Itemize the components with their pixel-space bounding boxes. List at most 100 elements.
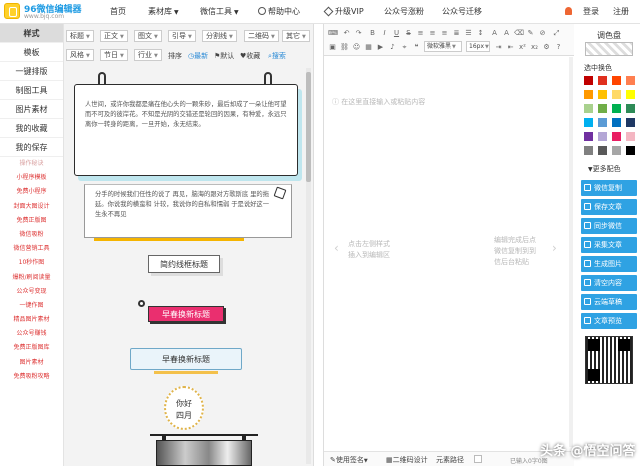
generate-image-button[interactable]: 生成图片 (581, 256, 637, 272)
sidebar-link[interactable]: 免费正版图库 (0, 341, 63, 355)
color-swatch[interactable] (612, 90, 621, 99)
palette-preview[interactable] (585, 42, 633, 56)
underline-icon[interactable]: U (392, 28, 401, 38)
emoji-icon[interactable]: ☺ (352, 42, 361, 52)
align-left-icon[interactable]: ≡ (416, 28, 425, 38)
sidebar-link[interactable]: 一键作图 (0, 299, 63, 313)
font-size-select[interactable]: 16px▼ (466, 41, 490, 52)
color-swatch[interactable] (626, 104, 635, 113)
style-card-frame-title[interactable]: 简约线框标题 (148, 255, 220, 273)
italic-icon[interactable]: I (380, 28, 389, 38)
sidebar-link[interactable]: 10秒作图 (0, 256, 63, 270)
help-icon[interactable]: ? (554, 42, 563, 52)
align-right-icon[interactable]: ≡ (440, 28, 449, 38)
map-icon[interactable]: ⌖ (400, 42, 409, 52)
font-family-select[interactable]: 微软雅黑▼ (424, 41, 462, 52)
login-link[interactable]: 登录 (583, 6, 599, 17)
color-swatch[interactable] (598, 76, 607, 85)
color-swatch[interactable] (612, 132, 621, 141)
nav-wechat-tools[interactable]: 微信工具 ▼ (200, 6, 239, 17)
sidebar-item-one-click[interactable]: 一键排版 (0, 62, 63, 81)
fullscreen-icon[interactable]: ⤢ (552, 28, 561, 38)
align-justify-icon[interactable]: ≣ (452, 28, 461, 38)
filter-industry[interactable]: 行业 ▼ (134, 49, 162, 61)
video-icon[interactable]: ▶ (376, 42, 385, 52)
sidebar-link[interactable]: 爆粉/刷阅读量 (0, 271, 63, 285)
style-card-photo-frame[interactable] (150, 434, 258, 466)
cloud-draft-button[interactable]: 云端草稿 (581, 294, 637, 310)
filter-body[interactable]: 正文 ▼ (100, 30, 128, 42)
editor-canvas[interactable]: ⓘ 在这里直接输入或粘贴内容 ‹ 点击左侧样式 插入到编辑区 编辑完成后点 微信… (324, 57, 568, 450)
style-card-april-badge[interactable]: 你好 四月 (164, 386, 204, 430)
filter-image-text[interactable]: 图文 ▼ (134, 30, 162, 42)
sidebar-link[interactable]: 公众号赚钱 (0, 327, 63, 341)
style-card-spring-blue[interactable]: 早春换新标题 (130, 346, 244, 376)
color-swatch[interactable] (626, 90, 635, 99)
copy-wechat-button[interactable]: 微信复制 (581, 180, 637, 196)
color-swatch[interactable] (612, 146, 621, 155)
sidebar-link[interactable]: 图片素材 (0, 356, 63, 370)
highlight-icon[interactable]: A (502, 28, 511, 38)
color-swatch[interactable] (584, 90, 593, 99)
sidebar-link[interactable]: 操作秘诀 (0, 157, 63, 171)
sort-favorite[interactable]: ♥收藏 (240, 51, 260, 61)
bold-icon[interactable]: B (368, 28, 377, 38)
filter-qrcode[interactable]: 二维码 ▼ (244, 30, 279, 42)
nav-vip[interactable]: 升级VIP (323, 6, 364, 17)
sidebar-link[interactable]: 精品图片素材 (0, 313, 63, 327)
format-brush-icon[interactable]: ✎ (526, 28, 535, 38)
color-swatch[interactable] (584, 118, 593, 127)
table-icon[interactable]: ▦ (364, 42, 373, 52)
line-height-icon[interactable]: ↕ (476, 28, 485, 38)
style-card-pencil[interactable]: 分手的时候我们任性的说了 再见，脑海的跟对方歌斯底 里的拖延。你说我的横蛮和 计… (84, 184, 294, 244)
nav-migrate[interactable]: 公众号迁移 (442, 6, 482, 17)
sidebar-item-templates[interactable]: 模板 (0, 43, 63, 62)
color-swatch[interactable] (584, 104, 593, 113)
nav-materials[interactable]: 素材库 ▼ (148, 6, 179, 17)
source-code-icon[interactable]: ⌨ (328, 28, 338, 38)
collect-article-button[interactable]: 采集文章 (581, 237, 637, 253)
color-swatch[interactable] (626, 132, 635, 141)
sidebar-link[interactable]: 公众号变现 (0, 285, 63, 299)
clear-format-icon[interactable]: ⊘ (538, 28, 547, 38)
color-swatch[interactable] (626, 146, 635, 155)
image-icon[interactable]: ▣ (328, 42, 337, 52)
color-swatch[interactable] (626, 118, 635, 127)
color-swatch[interactable] (584, 146, 593, 155)
save-article-button[interactable]: 保存文章 (581, 199, 637, 215)
music-icon[interactable]: ♪ (388, 42, 397, 52)
outdent-icon[interactable]: ⇤ (506, 42, 515, 52)
register-link[interactable]: 注册 (613, 6, 629, 17)
sidebar-item-image-assets[interactable]: 图片素材 (0, 100, 63, 119)
align-center-icon[interactable]: ≡ (428, 28, 437, 38)
filter-title[interactable]: 标题 ▼ (66, 30, 94, 42)
filter-divider[interactable]: 分割线 ▼ (202, 30, 237, 42)
clear-content-button[interactable]: 清空内容 (581, 275, 637, 291)
sidebar-link[interactable]: 小程序模板 (0, 171, 63, 185)
nav-home[interactable]: 首页 (110, 6, 126, 17)
font-color-icon[interactable]: A (490, 28, 499, 38)
qrcode-design-button[interactable]: ▦二维码设计 (386, 455, 428, 465)
sidebar-item-saved[interactable]: 我的保存 (0, 138, 63, 157)
color-swatch[interactable] (598, 118, 607, 127)
color-swatch[interactable] (612, 118, 621, 127)
color-swatch[interactable] (598, 146, 607, 155)
color-swatch[interactable] (598, 132, 607, 141)
strikethrough-icon[interactable]: S (404, 28, 413, 38)
filter-other[interactable]: 其它 ▼ (282, 30, 310, 42)
list-icon[interactable]: ☰ (464, 28, 473, 38)
search-button[interactable]: ⌕搜索 (268, 51, 286, 61)
style-panel-scroll-thumb[interactable] (306, 72, 311, 182)
sidebar-link[interactable]: 免费正版图 (0, 214, 63, 228)
sidebar-link[interactable]: 微信吸粉 (0, 228, 63, 242)
subscript-icon[interactable]: x₂ (530, 42, 539, 52)
sidebar-link[interactable]: 免费吸粉攻略 (0, 370, 63, 384)
preview-article-button[interactable]: 文章预览 (581, 313, 637, 329)
color-swatch[interactable] (626, 76, 635, 85)
editor-scrollbar[interactable] (569, 57, 573, 447)
superscript-icon[interactable]: x² (518, 42, 527, 52)
link-icon[interactable]: ⛓ (340, 42, 349, 52)
nav-help[interactable]: 帮助中心 (258, 6, 300, 17)
sidebar-item-favorites[interactable]: 我的收藏 (0, 119, 63, 138)
filter-holiday[interactable]: 节日 ▼ (100, 49, 128, 61)
